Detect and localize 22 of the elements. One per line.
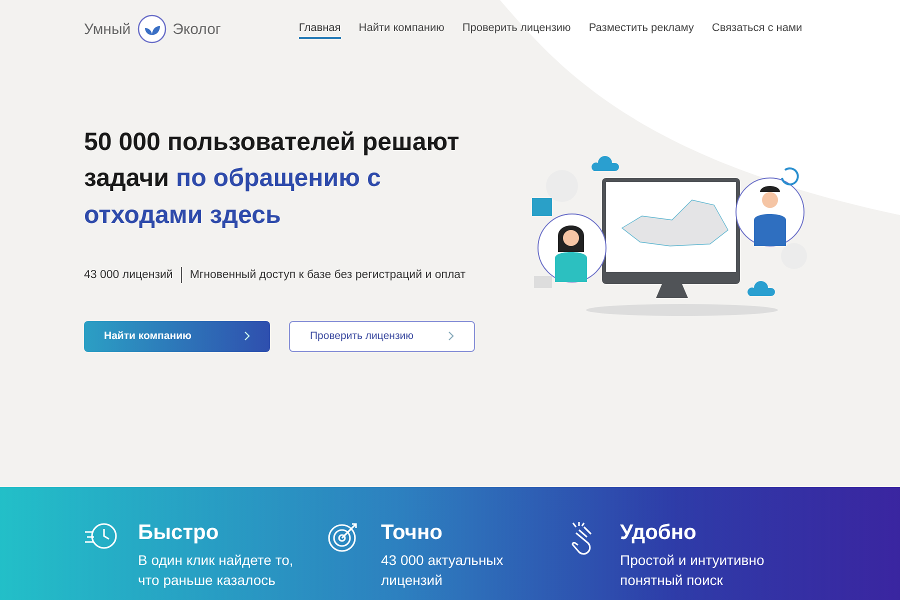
feature-text: 43 000 актуальных лицензий (381, 551, 504, 590)
hero-tagline: Мгновенный доступ к базе без регистраций и оплат (190, 268, 466, 281)
nav-link[interactable]: Найти компанию (358, 19, 444, 39)
feature-title: Удобно (620, 521, 698, 545)
chevron-right-icon (448, 331, 454, 342)
nav-link[interactable]: Разместить рекламу (588, 19, 694, 39)
clock-icon (84, 521, 118, 551)
feature-text: В один клик найдете то, что раньше казалось (138, 551, 294, 590)
logo-text: Умный (84, 20, 131, 38)
chevron-right-icon (244, 331, 250, 342)
nav-link[interactable]: Связаться с нами (712, 19, 802, 39)
nav-link[interactable]: Проверить лицензию (462, 19, 571, 39)
find-company-button[interactable]: Найти компанию (84, 320, 270, 352)
logo-text: Эколог (172, 20, 221, 38)
nav-link[interactable]: Главная (298, 19, 341, 39)
feature-title: Быстро (138, 521, 220, 545)
license-count: 43 000 лицензий (84, 268, 173, 281)
feature-title: Точно (381, 521, 444, 545)
check-license-button[interactable]: Проверить лицензию (289, 320, 475, 352)
hero-title: 50 000 пользователей решают задачи по обращению с отходами здесь (84, 127, 460, 230)
leaf-logo-icon (136, 14, 167, 44)
feature-text: Простой и интуитивно понятный поиск (620, 551, 766, 590)
